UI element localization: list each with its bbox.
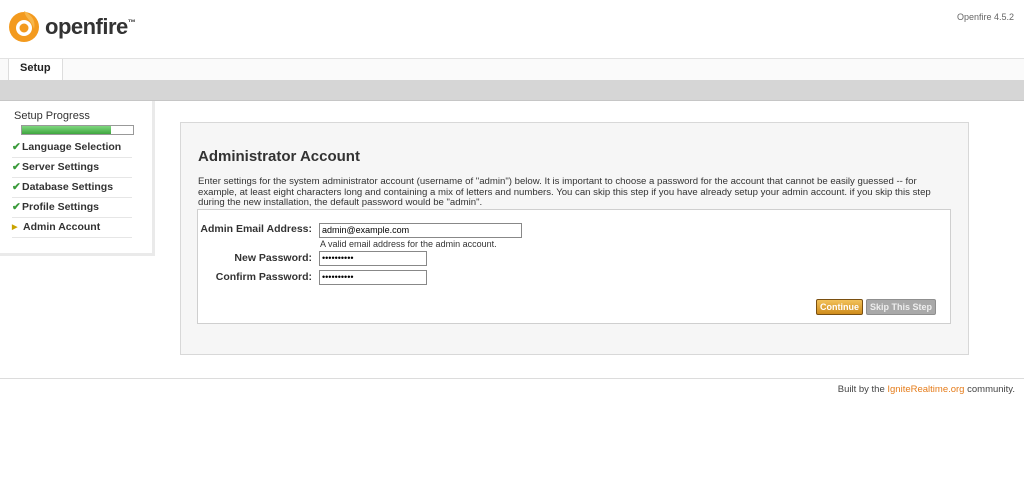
setup-progress-bar [21,125,134,135]
footer-divider [0,378,1024,379]
checkmark-icon: ✔ [12,201,21,213]
trademark: ™ [127,18,136,27]
setup-progress-title: Setup Progress [14,110,90,122]
current-step-arrow-icon: ▶ [12,224,18,231]
new-password-label: New Password: [234,252,312,264]
sub-nav-bar [0,80,1024,101]
page-title: Administrator Account [198,148,360,165]
checkmark-icon: ✔ [12,161,21,173]
skip-step-button[interactable]: Skip This Step [866,299,936,315]
continue-button[interactable]: Continue [816,299,863,315]
igniterealtime-link[interactable]: IgniteRealtime.org [887,384,964,395]
tab-bar: Setup [0,58,1024,81]
version-label: Openfire 4.5.2 [956,12,1014,22]
setup-step-database[interactable]: ✔Database Settings [12,178,132,198]
step-label: Database Settings [22,181,114,193]
step-label: Server Settings [22,161,100,173]
setup-step-language[interactable]: ✔Language Selection [12,138,132,158]
email-field[interactable] [319,223,522,238]
header: openfire™ Openfire 4.5.2 [0,0,1024,58]
checkmark-icon: ✔ [12,181,21,193]
app-name: openfire [45,14,128,39]
step-label: Profile Settings [22,201,100,213]
checkmark-icon: ✔ [12,141,21,153]
footer-suffix: community. [964,384,1015,395]
email-label: Admin Email Address: [200,223,312,235]
admin-account-panel: Administrator Account Enter settings for… [180,122,969,355]
confirm-password-label: Confirm Password: [215,271,312,283]
step-label: Language Selection [22,141,122,153]
intro-text: Enter settings for the system administra… [198,176,931,208]
tab-setup[interactable]: Setup [8,59,63,80]
setup-progress-fill [22,126,111,134]
step-label: Admin Account [23,221,101,233]
footer: Built by the IgniteRealtime.org communit… [838,384,1015,395]
email-hint: A valid email address for the admin acco… [320,239,497,249]
app-logo-text: openfire™ [45,14,136,40]
openfire-logo-icon [9,11,39,42]
footer-prefix: Built by the [837,384,888,395]
sidebar: Setup Progress ✔Language Selection ✔Serv… [0,101,155,256]
setup-step-admin: ▶ Admin Account [12,218,132,238]
confirm-password-field[interactable]: •••••••••• [319,270,427,285]
setup-step-profile[interactable]: ✔Profile Settings [12,198,132,218]
setup-step-server[interactable]: ✔Server Settings [12,158,132,178]
admin-account-form: Admin Email Address: A valid email addre… [197,209,951,324]
new-password-field[interactable]: •••••••••• [319,251,427,266]
setup-steps-list: ✔Language Selection ✔Server Settings ✔Da… [12,138,132,238]
